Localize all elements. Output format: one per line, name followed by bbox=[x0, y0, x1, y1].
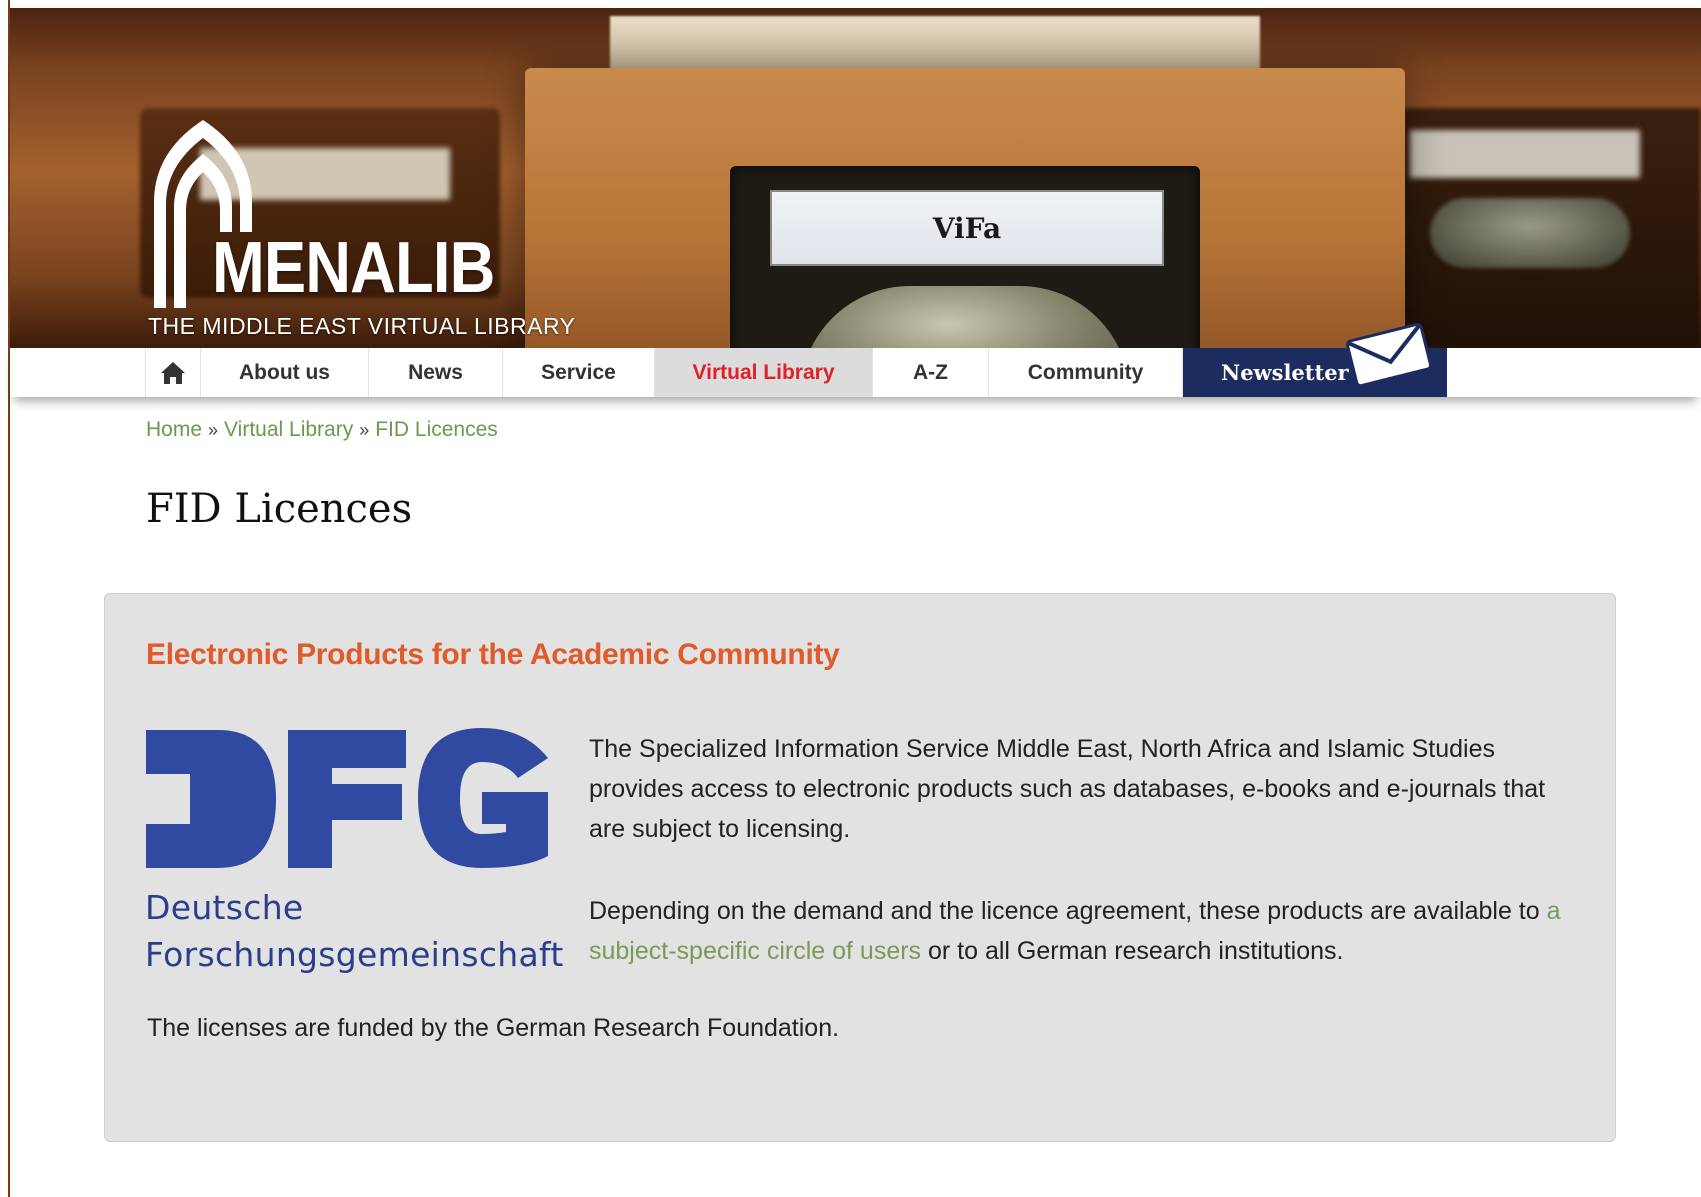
banner-card-label: ViFa bbox=[770, 190, 1164, 266]
content-heading: Electronic Products for the Academic Com… bbox=[146, 638, 840, 671]
nav-community[interactable]: Community bbox=[989, 348, 1183, 397]
nav-service[interactable]: Service bbox=[503, 348, 655, 397]
content-box: Electronic Products for the Academic Com… bbox=[104, 593, 1616, 1142]
availability-text-end: or to all German research institutions. bbox=[921, 937, 1344, 965]
nav-news[interactable]: News bbox=[369, 348, 503, 397]
envelope-icon bbox=[1345, 322, 1433, 388]
funding-paragraph: The licenses are funded by the German Re… bbox=[147, 1014, 840, 1042]
nav-newsletter-label: Newsletter bbox=[1221, 360, 1349, 385]
breadcrumb-home-link[interactable]: Home bbox=[146, 418, 202, 441]
breadcrumb-virtual-library-link[interactable]: Virtual Library bbox=[224, 418, 353, 441]
breadcrumb-separator: » bbox=[208, 420, 219, 440]
page-title: FID Licences bbox=[146, 486, 413, 532]
dfg-caption-line1: Deutsche bbox=[145, 888, 304, 927]
banner-right-handle bbox=[1430, 198, 1630, 268]
banner-drawer-top bbox=[610, 16, 1260, 74]
dfg-caption: Deutsche Forschungsgemeinschaft bbox=[145, 884, 564, 978]
logo-name: MENALIB bbox=[212, 228, 495, 308]
dfg-caption-line2: Forschungsgemeinschaft bbox=[145, 935, 564, 974]
home-icon bbox=[161, 361, 185, 384]
nav-about-us[interactable]: About us bbox=[201, 348, 369, 397]
nav-newsletter-button[interactable]: Newsletter bbox=[1183, 322, 1447, 397]
availability-text-start: Depending on the demand and the licence … bbox=[589, 897, 1547, 925]
nav-home-button[interactable] bbox=[145, 348, 201, 397]
intro-paragraph: The Specialized Information Service Midd… bbox=[589, 735, 1546, 843]
breadcrumb: Home» Virtual Library» FID Licences bbox=[146, 418, 498, 442]
availability-paragraph: Depending on the demand and the licence … bbox=[589, 891, 1579, 971]
banner-right-card bbox=[1410, 130, 1640, 178]
dfg-logo-mark bbox=[146, 728, 548, 868]
breadcrumb-separator: » bbox=[359, 420, 370, 440]
logo-tagline: THE MIDDLE EAST VIRTUAL LIBRARY bbox=[148, 313, 576, 339]
nav-virtual-library[interactable]: Virtual Library bbox=[655, 348, 873, 397]
breadcrumb-current: FID Licences bbox=[375, 418, 498, 441]
nav-a-z[interactable]: A-Z bbox=[873, 348, 989, 397]
main-nav: About us News Service Virtual Library A-… bbox=[10, 322, 1701, 397]
